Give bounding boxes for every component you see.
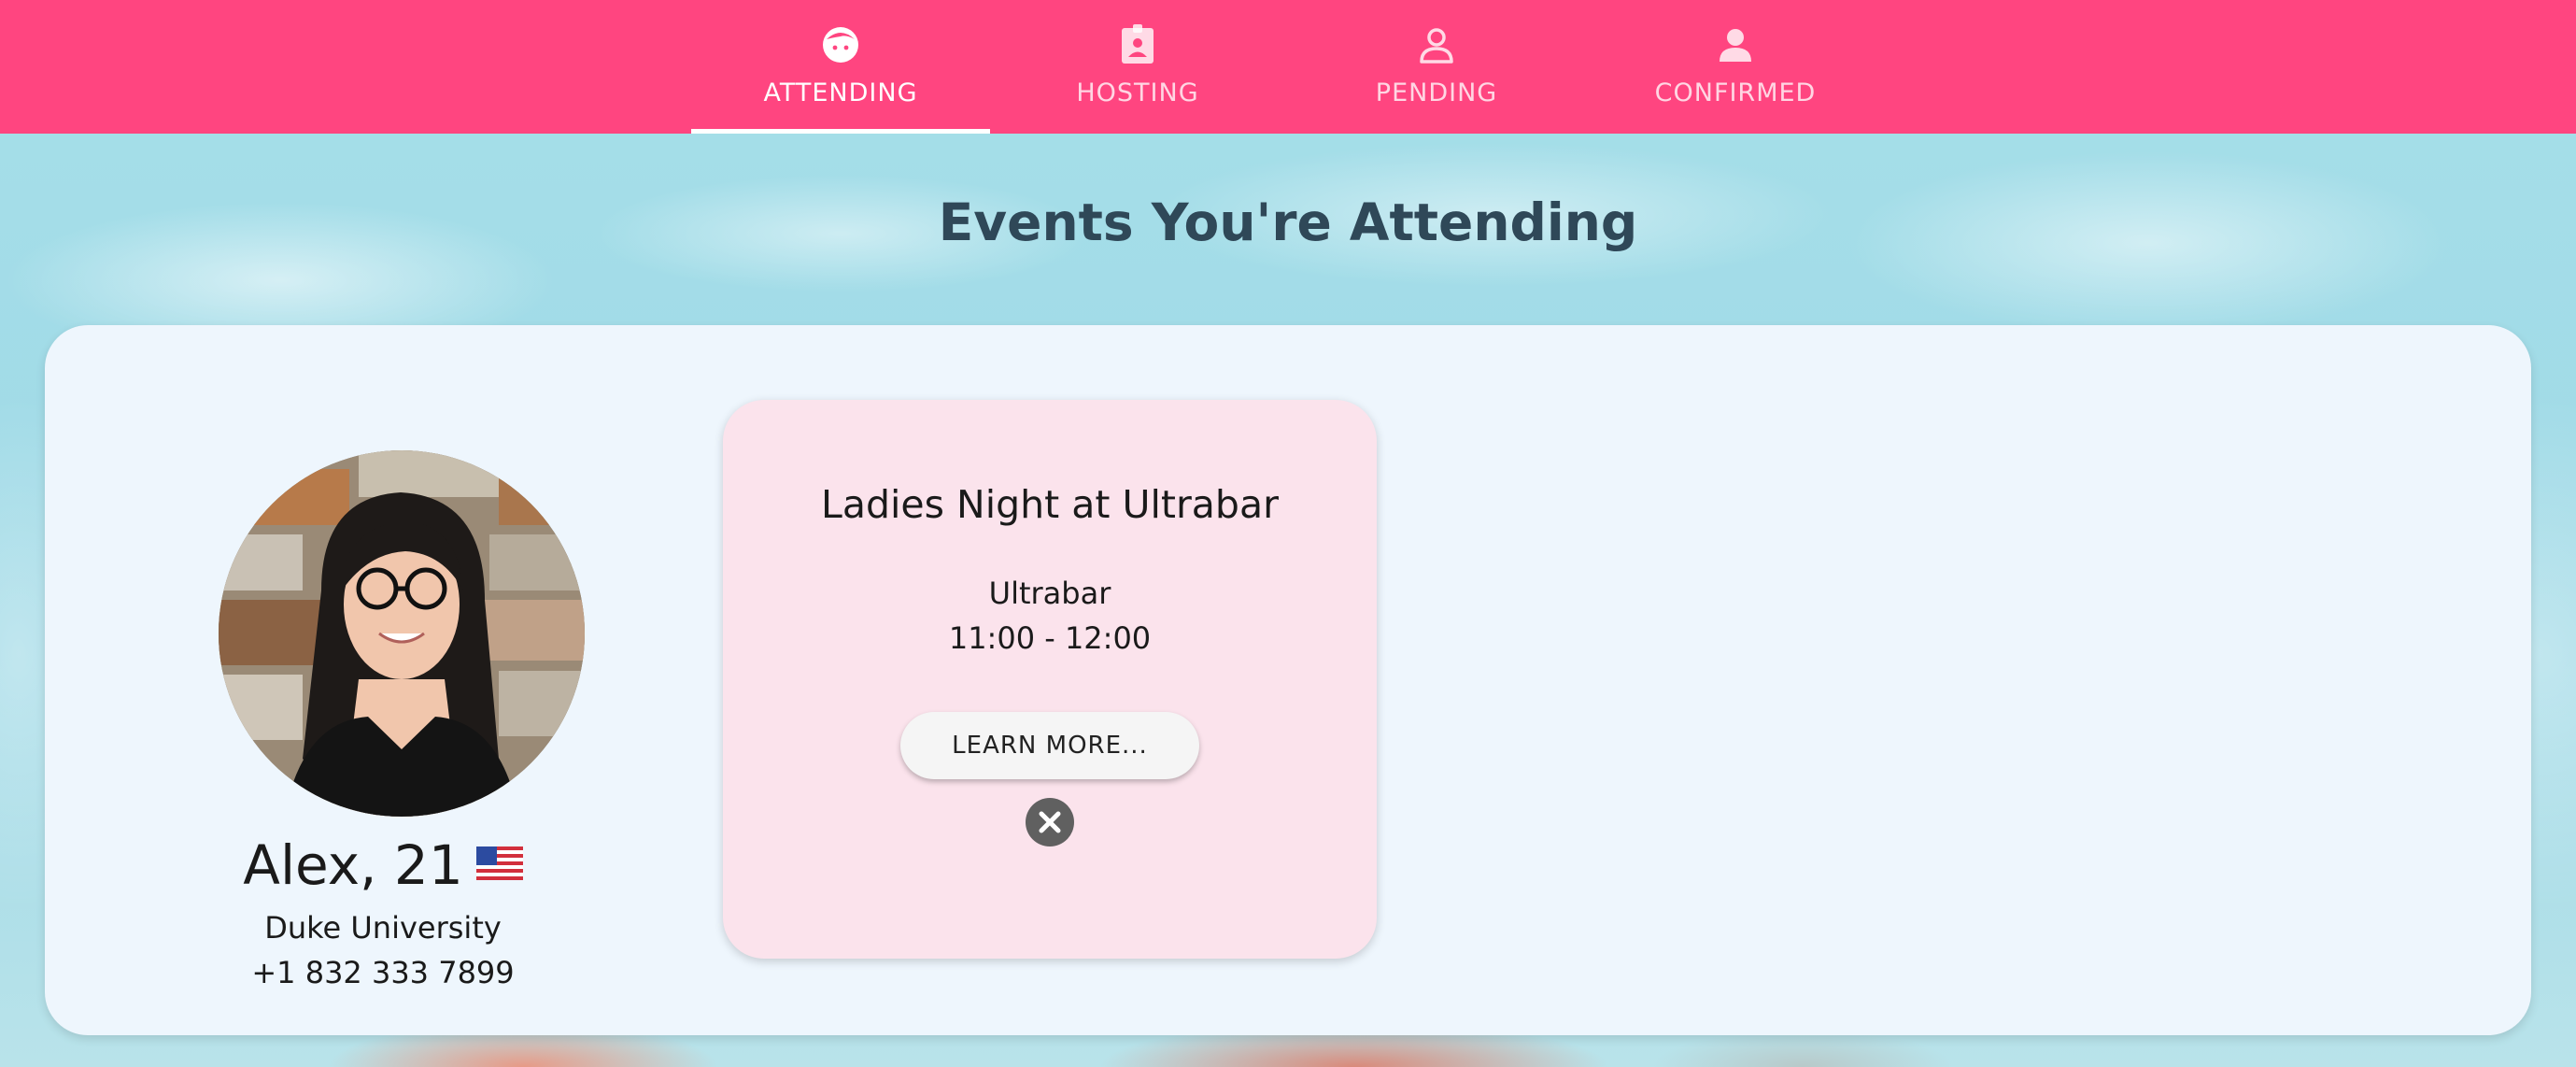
event-venue: Ultrabar: [988, 576, 1111, 611]
us-flag-icon: [475, 846, 523, 880]
tab-confirmed[interactable]: CONFIRMED: [1586, 0, 1885, 134]
tab-attending-label: ATTENDING: [763, 78, 918, 107]
profile-name-row: Alex, 21: [140, 833, 626, 897]
learn-more-button[interactable]: LEARN MORE...: [900, 712, 1199, 779]
event-title: Ladies Night at Ultrabar: [821, 482, 1279, 527]
tab-hosting[interactable]: HOSTING: [988, 0, 1287, 134]
avatar: [219, 450, 585, 817]
active-tab-indicator: [691, 129, 990, 134]
event-time: 11:00 - 12:00: [948, 620, 1152, 656]
person-icon: [1720, 29, 1751, 62]
profile-school: Duke University: [264, 910, 502, 946]
profile-name: Alex, 21: [243, 833, 463, 897]
close-icon: [1039, 811, 1061, 833]
badge-icon: [1122, 24, 1154, 64]
tab-confirmed-label: CONFIRMED: [1654, 78, 1817, 107]
tab-pending-label: PENDING: [1375, 78, 1498, 107]
remove-event-button[interactable]: [1026, 798, 1074, 846]
tab-attending[interactable]: ATTENDING: [691, 0, 990, 134]
event-card: Ladies Night at Ultrabar Ultrabar 11:00 …: [723, 400, 1377, 959]
person-outline-icon: [1420, 28, 1453, 64]
profile-photo: [219, 450, 585, 817]
tab-pending[interactable]: PENDING: [1287, 0, 1586, 134]
tab-hosting-label: HOSTING: [1076, 78, 1199, 107]
face-icon: [823, 27, 858, 63]
profile-phone: +1 832 333 7899: [251, 955, 515, 990]
top-nav-bar: ATTENDING HOSTING PENDING CONFIRMED: [0, 0, 2576, 134]
page-title: Events You're Attending: [938, 192, 1638, 252]
